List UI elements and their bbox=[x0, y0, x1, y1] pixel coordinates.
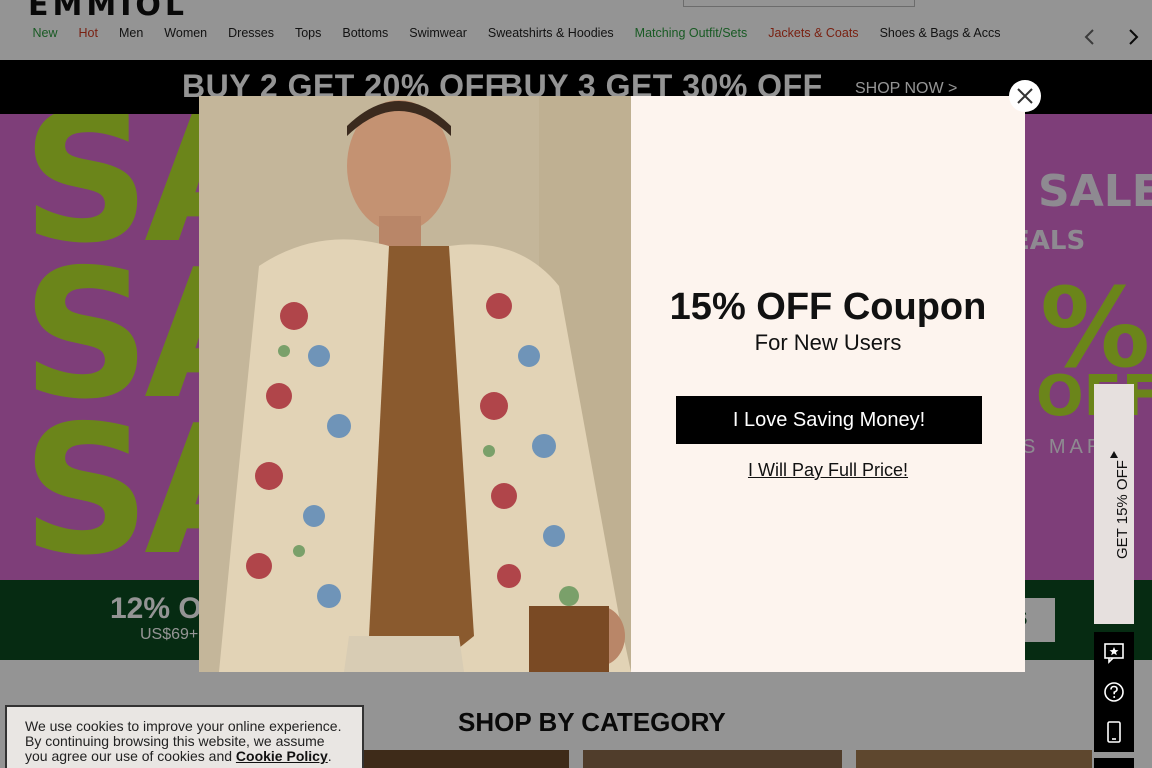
side-toolbar-extra[interactable] bbox=[1094, 758, 1134, 768]
help-icon[interactable] bbox=[1103, 681, 1125, 703]
side-toolbar bbox=[1094, 632, 1134, 752]
get-coupon-tab[interactable]: GET 15% OFF bbox=[1094, 384, 1134, 624]
close-icon[interactable] bbox=[1009, 80, 1041, 112]
coupon-modal: 15% OFF Coupon For New Users I Love Savi… bbox=[199, 96, 1025, 672]
cookie-policy-link[interactable]: Cookie Policy bbox=[236, 748, 328, 764]
accept-coupon-button[interactable]: I Love Saving Money! bbox=[676, 396, 982, 444]
cookie-banner: We use cookies to improve your online ex… bbox=[5, 705, 364, 768]
model-photo bbox=[199, 96, 631, 672]
mobile-icon[interactable] bbox=[1103, 721, 1125, 743]
cookie-suffix: . bbox=[327, 748, 332, 764]
star-chat-icon[interactable] bbox=[1103, 642, 1125, 664]
coupon-content: 15% OFF Coupon For New Users I Love Savi… bbox=[631, 96, 1025, 672]
caret-up-icon bbox=[1110, 451, 1118, 458]
get-coupon-label: GET 15% OFF bbox=[1114, 460, 1131, 559]
coupon-title: 15% OFF Coupon bbox=[669, 286, 987, 328]
decline-coupon-link[interactable]: I Will Pay Full Price! bbox=[631, 460, 1025, 481]
coupon-subtitle: For New Users bbox=[754, 330, 902, 355]
